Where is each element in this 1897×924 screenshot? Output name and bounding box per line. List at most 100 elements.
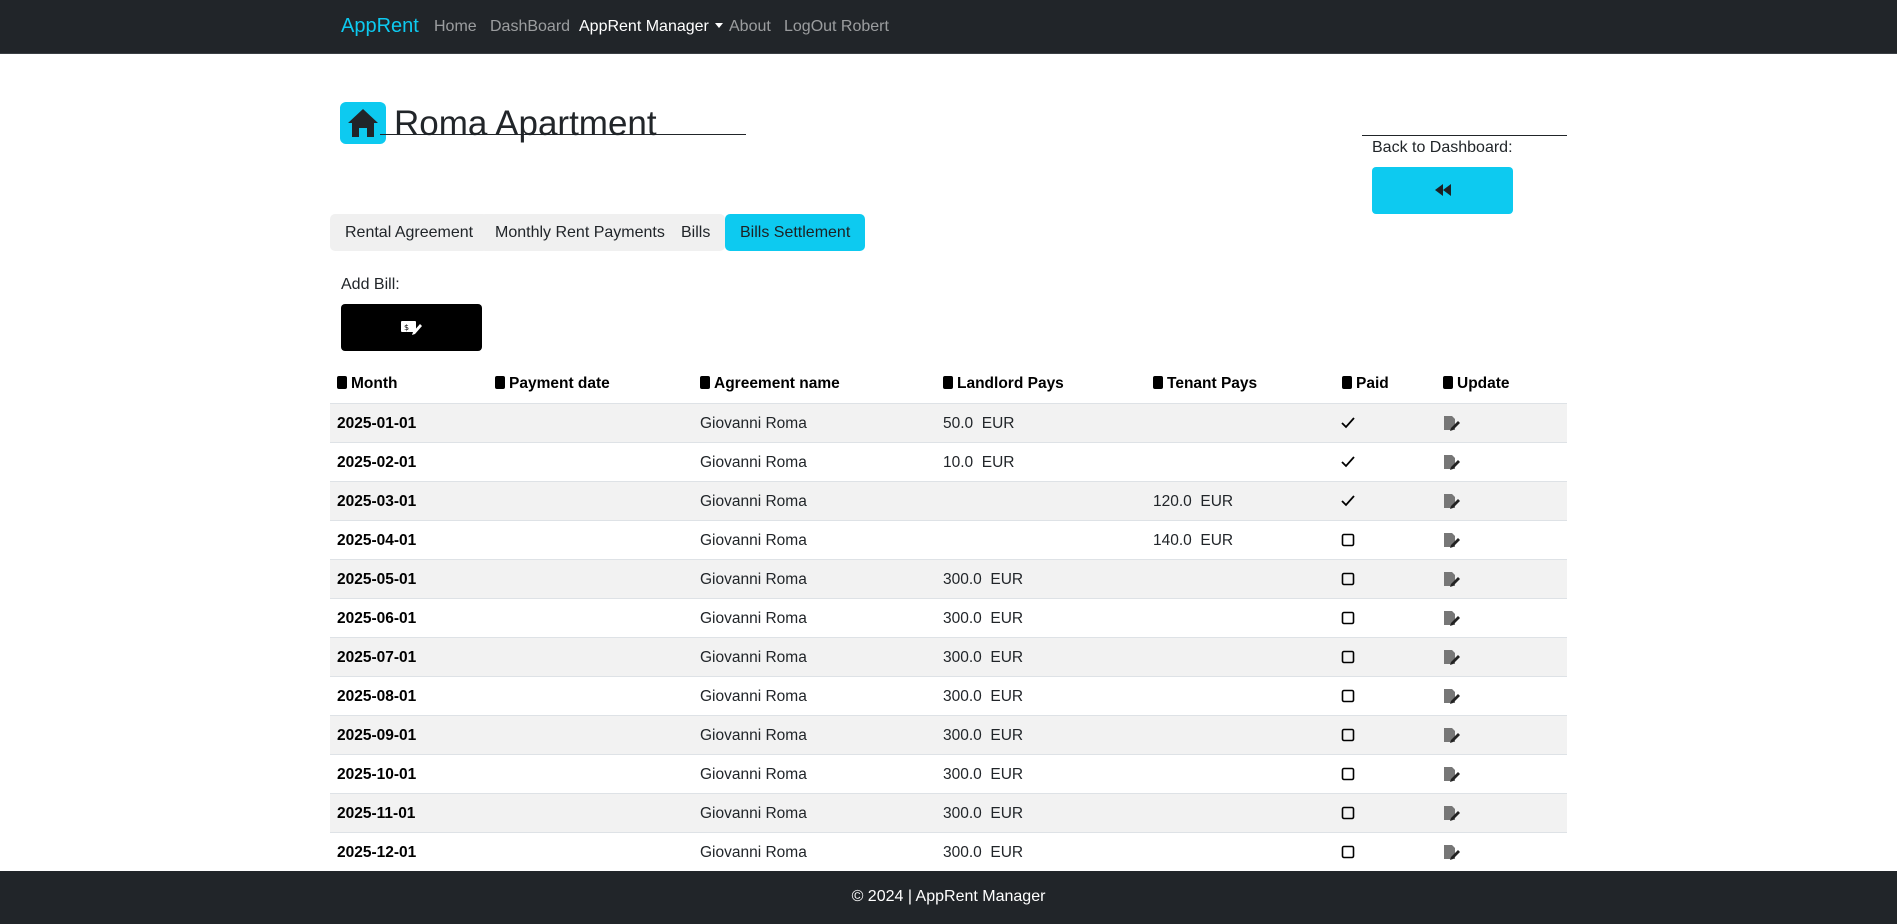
nav-apprent-manager-label: AppRent Manager [579, 18, 709, 35]
col-month-label: Month [351, 375, 398, 392]
home-icon [340, 102, 386, 144]
unchecked-box-icon [1341, 845, 1355, 859]
back-divider [1362, 135, 1567, 136]
cell-agreement-name: Giovanni Roma [700, 805, 807, 822]
col-tenant-pays[interactable]: Tenant Pays [1153, 375, 1257, 393]
edit-icon[interactable] [1443, 649, 1461, 665]
edit-icon[interactable] [1443, 844, 1461, 860]
cell-tenant-pays: 140.0 EUR [1153, 532, 1234, 549]
cell-landlord-pays: 300.0 EUR [943, 727, 1024, 744]
col-landlord-pays[interactable]: Landlord Pays [943, 375, 1064, 393]
cell-agreement-name: Giovanni Roma [700, 649, 807, 666]
tab-monthly-rent-payments[interactable]: Monthly Rent Payments [480, 214, 680, 251]
cell-tenant-pays: 120.0 EUR [1153, 493, 1234, 510]
cell-agreement-name: Giovanni Roma [700, 415, 807, 432]
table-row: 2025-06-01 Giovanni Roma 300.0 EUR [330, 599, 1567, 638]
nav-dashboard[interactable]: DashBoard [490, 18, 570, 36]
unchecked-box-icon [1341, 611, 1355, 625]
table-header-row: Month Payment date Agreement name Landlo… [330, 364, 1567, 404]
edit-icon[interactable] [1443, 454, 1461, 470]
nav-logout[interactable]: LogOut Robert [784, 18, 889, 36]
unchecked-box-icon [1341, 572, 1355, 586]
table-row: 2025-08-01 Giovanni Roma 300.0 EUR [330, 677, 1567, 716]
sort-icon [943, 376, 953, 389]
unchecked-box-icon [1341, 650, 1355, 664]
sort-icon [1153, 376, 1163, 389]
col-paid[interactable]: Paid [1342, 375, 1389, 393]
back-to-dashboard-button[interactable] [1372, 167, 1513, 214]
unchecked-box-icon [1341, 689, 1355, 703]
cell-month: 2025-03-01 [337, 493, 417, 510]
table-row: 2025-07-01 Giovanni Roma 300.0 EUR [330, 638, 1567, 677]
tab-rental-agreement[interactable]: Rental Agreement [330, 214, 489, 251]
sort-icon [337, 376, 347, 389]
unchecked-box-icon [1341, 767, 1355, 781]
check-icon [1341, 417, 1355, 429]
cell-month: 2025-06-01 [337, 610, 417, 627]
cell-agreement-name: Giovanni Roma [700, 571, 807, 588]
edit-icon[interactable] [1443, 688, 1461, 704]
cell-landlord-pays: 300.0 EUR [943, 844, 1024, 861]
edit-icon[interactable] [1443, 415, 1461, 431]
col-paid-label: Paid [1356, 375, 1389, 392]
edit-icon[interactable] [1443, 766, 1461, 782]
check-icon [1341, 495, 1355, 507]
table-body: 2025-01-01 Giovanni Roma 50.0 EUR 2025-02-0… [330, 404, 1567, 872]
top-navbar: AppRent Home DashBoard AppRent Manager A… [0, 0, 1897, 54]
edit-icon[interactable] [1443, 805, 1461, 821]
cell-month: 2025-07-01 [337, 649, 417, 666]
page-title: Roma Apartment [394, 104, 657, 143]
cell-month: 2025-11-01 [337, 805, 416, 822]
table-row: 2025-09-01 Giovanni Roma 300.0 EUR [330, 716, 1567, 755]
unchecked-box-icon [1341, 728, 1355, 742]
cell-landlord-pays: 10.0 EUR [943, 454, 1015, 471]
cell-landlord-pays: 50.0 EUR [943, 415, 1015, 432]
cell-landlord-pays: 300.0 EUR [943, 610, 1024, 627]
nav-about[interactable]: About [729, 18, 771, 36]
back-to-dashboard-label: Back to Dashboard: [1372, 139, 1513, 156]
cell-agreement-name: Giovanni Roma [700, 844, 807, 861]
cell-landlord-pays: 300.0 EUR [943, 649, 1024, 666]
cell-landlord-pays: 300.0 EUR [943, 766, 1024, 783]
cell-agreement-name: Giovanni Roma [700, 493, 807, 510]
edit-icon[interactable] [1443, 727, 1461, 743]
col-payment-date[interactable]: Payment date [495, 375, 610, 393]
edit-icon[interactable] [1443, 493, 1461, 509]
table-row: 2025-03-01 Giovanni Roma 120.0 EUR [330, 482, 1567, 521]
caret-down-icon [714, 23, 723, 28]
cell-agreement-name: Giovanni Roma [700, 610, 807, 627]
rewind-icon [1435, 184, 1451, 196]
page-footer: © 2024 | AppRent Manager [0, 871, 1897, 924]
cell-month: 2025-12-01 [337, 844, 417, 861]
add-bill-label: Add Bill: [341, 276, 400, 293]
edit-icon[interactable] [1443, 571, 1461, 587]
nav-apprent-manager-dropdown[interactable]: AppRent Manager [579, 18, 723, 36]
col-landlord-pays-label: Landlord Pays [957, 375, 1064, 392]
cell-landlord-pays: 300.0 EUR [943, 805, 1024, 822]
col-update[interactable]: Update [1443, 375, 1510, 393]
col-month[interactable]: Month [337, 375, 397, 393]
tab-bills[interactable]: Bills [666, 214, 726, 251]
sort-icon [1342, 376, 1352, 389]
edit-icon[interactable] [1443, 610, 1461, 626]
cell-month: 2025-10-01 [337, 766, 417, 783]
sort-icon [700, 376, 710, 389]
add-bill-button[interactable]: $ [341, 304, 482, 351]
tab-bills-settlement[interactable]: Bills Settlement [725, 214, 866, 251]
col-payment-date-label: Payment date [509, 375, 610, 392]
cell-month: 2025-05-01 [337, 571, 417, 588]
brand-link[interactable]: AppRent [341, 15, 419, 38]
col-agreement-name[interactable]: Agreement name [700, 375, 840, 393]
cell-agreement-name: Giovanni Roma [700, 532, 807, 549]
table-row: 2025-11-01 Giovanni Roma 300.0 EUR [330, 794, 1567, 833]
cell-agreement-name: Giovanni Roma [700, 454, 807, 471]
unchecked-box-icon [1341, 806, 1355, 820]
cell-agreement-name: Giovanni Roma [700, 766, 807, 783]
nav-home[interactable]: Home [434, 18, 477, 36]
cell-agreement-name: Giovanni Roma [700, 688, 807, 705]
edit-icon[interactable] [1443, 532, 1461, 548]
cell-month: 2025-01-01 [337, 415, 417, 432]
cell-landlord-pays: 300.0 EUR [943, 571, 1024, 588]
table-row: 2025-05-01 Giovanni Roma 300.0 EUR [330, 560, 1567, 599]
check-icon [1341, 456, 1355, 468]
